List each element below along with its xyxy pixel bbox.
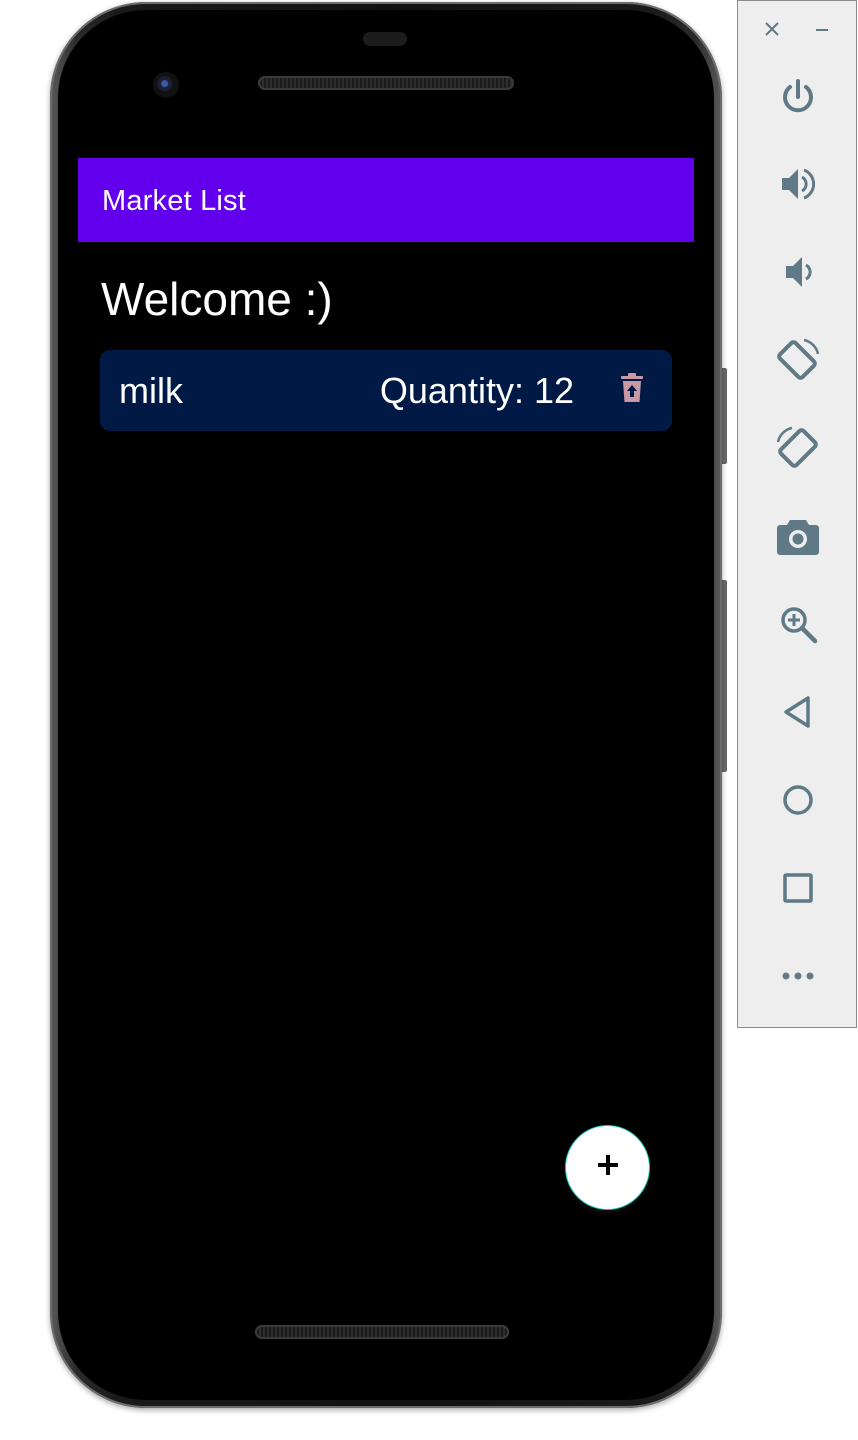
proximity-sensor xyxy=(363,32,407,46)
add-item-button[interactable] xyxy=(566,1126,649,1209)
rotate-right-button[interactable] xyxy=(768,418,828,478)
app-bar: Market List xyxy=(78,158,694,242)
plus-icon xyxy=(597,1154,619,1181)
volume-down-icon xyxy=(778,252,818,292)
rotate-left-icon xyxy=(774,336,822,384)
home-button[interactable] xyxy=(768,770,828,830)
app-screen: Market List Welcome :) milk Quantity: 12 xyxy=(78,158,694,1308)
item-quantity: Quantity: 12 xyxy=(379,370,574,411)
camera-icon xyxy=(776,516,820,556)
power-icon xyxy=(778,77,818,117)
app-title: Market List xyxy=(102,185,247,217)
list-item[interactable]: milk Quantity: 12 xyxy=(100,350,672,431)
back-icon xyxy=(780,692,816,732)
front-camera xyxy=(153,72,179,98)
emulator-minimize-button[interactable] xyxy=(810,17,834,45)
back-button[interactable] xyxy=(768,682,828,742)
bottom-speaker xyxy=(255,1325,509,1339)
screenshot-button[interactable] xyxy=(768,506,828,566)
power-button[interactable] xyxy=(768,67,828,127)
emulator-close-button[interactable] xyxy=(760,17,784,45)
zoom-icon xyxy=(778,604,818,644)
earpiece-speaker xyxy=(258,76,514,90)
zoom-button[interactable] xyxy=(768,594,828,654)
volume-up-icon xyxy=(778,164,818,204)
delete-icon xyxy=(620,372,644,408)
close-icon xyxy=(764,21,780,42)
item-name: milk xyxy=(119,370,183,411)
volume-up-button[interactable] xyxy=(768,154,828,214)
overview-icon xyxy=(778,868,818,908)
overview-button[interactable] xyxy=(768,858,828,918)
more-button[interactable] xyxy=(768,946,828,1006)
rotate-right-icon xyxy=(774,424,822,472)
welcome-heading: Welcome :) xyxy=(101,273,333,325)
rotate-left-button[interactable] xyxy=(768,330,828,390)
minimize-icon xyxy=(814,21,830,42)
volume-down-button[interactable] xyxy=(768,242,828,302)
more-icon xyxy=(778,966,818,986)
emulator-toolbar xyxy=(737,0,857,1028)
home-icon xyxy=(778,780,818,820)
delete-item-button[interactable] xyxy=(614,370,650,410)
